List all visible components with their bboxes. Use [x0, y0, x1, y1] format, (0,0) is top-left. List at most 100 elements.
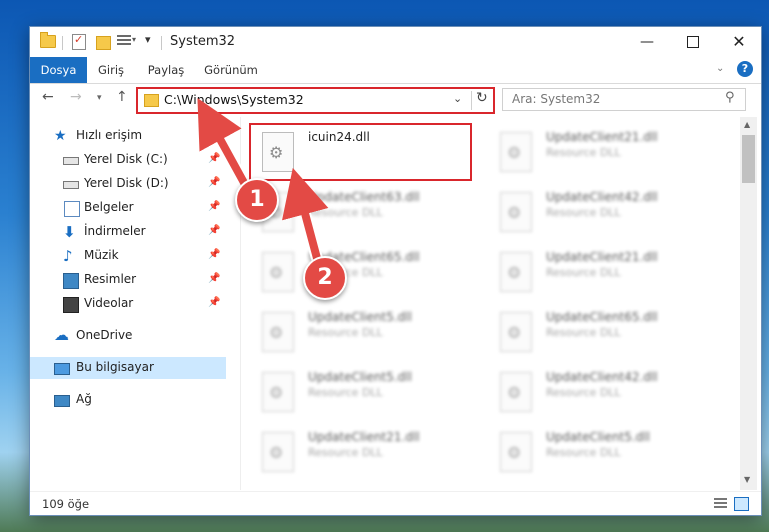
minimize-button[interactable]: —: [624, 27, 670, 57]
recent-locations-icon[interactable]: ▾: [97, 93, 102, 103]
nav-item-network[interactable]: Ağ: [30, 389, 226, 411]
tiles-view-icon[interactable]: [734, 497, 749, 511]
file-tile[interactable]: UpdateClient42.dll Resource DLL: [490, 365, 720, 421]
pin-icon[interactable]: 📌: [208, 225, 220, 236]
star-icon: ★: [54, 128, 67, 144]
address-path[interactable]: C:\Windows\System32: [164, 92, 304, 107]
nav-item-label: Bu bilgisayar: [76, 360, 154, 374]
dll-file-icon: [500, 192, 532, 232]
file-tile[interactable]: UpdateClient21.dll Resource DLL: [252, 425, 482, 481]
nav-item-downloads[interactable]: ⬇ İndirmeler 📌: [30, 221, 226, 243]
help-icon[interactable]: ?: [737, 61, 753, 77]
tab-home[interactable]: Giriş: [92, 57, 130, 83]
music-icon: ♪: [63, 247, 73, 265]
pin-icon[interactable]: 📌: [208, 249, 220, 260]
network-icon: [54, 395, 70, 407]
dll-file-icon: [500, 372, 532, 412]
nav-item-label: Yerel Disk (D:): [84, 176, 169, 190]
dll-file-icon: [262, 312, 294, 352]
pin-icon[interactable]: 📌: [208, 297, 220, 308]
search-input[interactable]: Ara: System32 ⚲: [502, 88, 746, 111]
file-tile[interactable]: UpdateClient5.dll Resource DLL: [252, 365, 482, 421]
back-arrow-icon[interactable]: ←: [42, 89, 54, 105]
file-name: UpdateClient65.dll: [546, 310, 658, 324]
chevron-down-icon[interactable]: ▾: [132, 35, 136, 44]
scroll-thumb[interactable]: [742, 135, 755, 183]
file-type: Resource DLL: [546, 206, 621, 219]
step-2-badge: 2: [303, 256, 347, 300]
video-icon: [63, 297, 79, 313]
nav-item-pictures[interactable]: Resimler 📌: [30, 269, 226, 291]
cloud-icon: ☁: [54, 326, 69, 344]
file-type: Resource DLL: [546, 446, 621, 459]
search-icon[interactable]: ⚲: [725, 90, 735, 105]
file-tile[interactable]: UpdateClient21.dll Resource DLL: [490, 245, 720, 301]
nav-item-documents[interactable]: Belgeler 📌: [30, 197, 226, 219]
dll-file-icon: [262, 252, 294, 292]
nav-item-label: Hızlı erişim: [76, 128, 143, 142]
file-type: Resource DLL: [546, 326, 621, 339]
customize-toolbar-icon[interactable]: ▾: [145, 33, 151, 46]
file-type: Resource DLL: [546, 386, 621, 399]
navigation-bar: ← → ▾ ↑ C:\Windows\System32 ⌄ ↻ Ara: Sys…: [30, 84, 761, 114]
properties-icon[interactable]: [72, 33, 86, 50]
file-tile[interactable]: UpdateClient21.dll Resource DLL: [490, 125, 720, 181]
file-tile[interactable]: UpdateClient63.dll Resource DLL: [252, 185, 482, 241]
file-highlight-box: [249, 123, 472, 181]
file-name: UpdateClient42.dll: [546, 370, 658, 384]
up-arrow-icon[interactable]: ↑: [116, 89, 128, 105]
file-name: UpdateClient21.dll: [308, 430, 420, 444]
address-bar[interactable]: C:\Windows\System32 ⌄ ↻: [136, 87, 495, 114]
nav-item-videos[interactable]: Videolar 📌: [30, 293, 226, 315]
file-type: Resource DLL: [308, 326, 383, 339]
folder-icon: [40, 32, 56, 48]
refresh-icon[interactable]: ↻: [476, 90, 488, 106]
window-title: System32: [170, 34, 236, 49]
tab-share[interactable]: Paylaş: [141, 57, 191, 83]
file-tile[interactable]: UpdateClient5.dll Resource DLL: [252, 305, 482, 361]
file-tile[interactable]: UpdateClient65.dll Resource DLL: [252, 245, 482, 301]
nav-item-onedrive[interactable]: ☁ OneDrive: [30, 325, 226, 347]
nav-item-drive-c[interactable]: Yerel Disk (C:) 📌: [30, 149, 226, 171]
file-tile[interactable]: UpdateClient5.dll Resource DLL: [490, 425, 720, 481]
search-placeholder: Ara: System32: [512, 92, 601, 106]
pin-icon[interactable]: 📌: [208, 153, 220, 164]
item-count: 109 öğe: [42, 497, 90, 511]
status-bar: 109 öğe: [30, 491, 761, 516]
nav-item-label: Belgeler: [84, 200, 134, 214]
pin-icon[interactable]: 📌: [208, 273, 220, 284]
nav-item-drive-d[interactable]: Yerel Disk (D:) 📌: [30, 173, 226, 195]
file-name: UpdateClient21.dll: [546, 130, 658, 144]
chevron-down-icon[interactable]: ⌄: [453, 92, 462, 105]
chevron-down-icon[interactable]: ⌄: [716, 63, 724, 74]
tab-file[interactable]: Dosya: [30, 57, 87, 83]
file-tile[interactable]: UpdateClient65.dll Resource DLL: [490, 305, 720, 361]
details-view-icon[interactable]: [714, 498, 727, 509]
file-tile[interactable]: UpdateClient42.dll Resource DLL: [490, 185, 720, 241]
drive-icon: [63, 157, 79, 165]
folder-icon: [144, 94, 159, 107]
tab-view[interactable]: Görünüm: [200, 57, 262, 83]
vertical-scrollbar[interactable]: ▲ ▼: [740, 117, 757, 490]
file-name: UpdateClient63.dll: [308, 190, 420, 204]
maximize-button[interactable]: [670, 27, 716, 57]
nav-item-label: OneDrive: [76, 328, 133, 342]
file-type: Resource DLL: [546, 266, 621, 279]
file-type: Resource DLL: [308, 446, 383, 459]
pane-divider[interactable]: [240, 117, 241, 490]
nav-item-this-pc[interactable]: Bu bilgisayar: [30, 357, 226, 379]
nav-item-music[interactable]: ♪ Müzik 📌: [30, 245, 226, 267]
new-folder-icon[interactable]: [96, 36, 111, 50]
scroll-down-icon[interactable]: ▼: [744, 475, 750, 484]
nav-item-quick-access[interactable]: ★ Hızlı erişim: [30, 125, 226, 147]
file-name: UpdateClient21.dll: [546, 250, 658, 264]
drive-icon: [63, 181, 79, 189]
close-button[interactable]: ✕: [716, 27, 762, 57]
scroll-up-icon[interactable]: ▲: [744, 120, 750, 129]
view-icon[interactable]: [117, 35, 131, 47]
pin-icon[interactable]: 📌: [208, 177, 220, 188]
pin-icon[interactable]: 📌: [208, 201, 220, 212]
file-type: Resource DLL: [308, 206, 383, 219]
file-name: UpdateClient5.dll: [546, 430, 650, 444]
forward-arrow-icon[interactable]: →: [70, 89, 82, 105]
